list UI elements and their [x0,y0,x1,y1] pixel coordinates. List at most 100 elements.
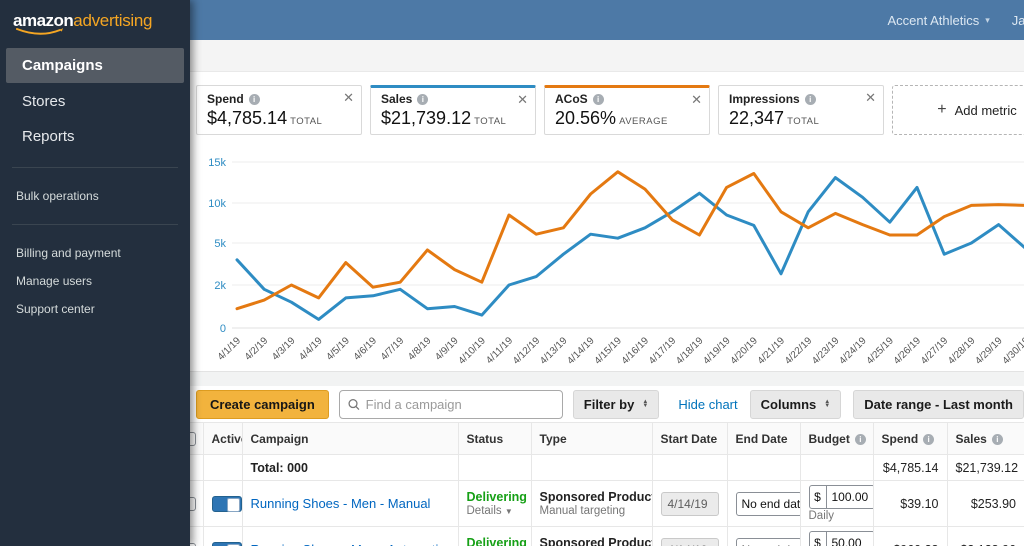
chart-container: 0 2k 5k 10k 15k 4/1/19 4/2/19 4/3/19 4/4/19 4/5/1… [190,140,1024,372]
add-metric-button[interactable]: + Add metric [892,85,1024,135]
x-axis-tick-label: 4/27/19 [919,335,951,367]
info-icon[interactable]: i [804,93,816,105]
x-axis-tick-label: 4/29/19 [973,335,1005,367]
close-icon[interactable]: ✕ [517,93,528,106]
sidebar-item-bulk-operations[interactable]: Bulk operations [0,182,190,210]
info-icon[interactable]: i [854,433,866,445]
filter-by-label: Filter by [583,396,635,412]
close-icon[interactable]: ✕ [343,91,354,104]
x-axis-tick-label: 4/26/19 [892,335,924,367]
campaigns-toolbar: Create campaign Filter by ▲▼ Hide chart … [190,386,1024,422]
campaign-link[interactable]: Running Shoes - Men - Automatic [251,542,445,546]
x-axis-tick-label: 4/24/19 [837,335,869,367]
amazon-smile-icon [16,28,63,35]
col-spend[interactable]: Spend i [872,422,947,455]
x-axis-tick-label: 4/5/19 [324,335,352,363]
metric-label: Sales [381,92,413,106]
hide-chart-link[interactable]: Hide chart [678,397,737,412]
col-sales[interactable]: Sales i [946,422,1024,455]
col-start-date[interactable]: Start Date [651,422,727,455]
metric-card-spend[interactable]: Spend i ✕ $4,785.14 TOTAL [196,85,362,135]
campaign-link[interactable]: Running Shoes - Men - Manual [251,496,431,511]
sidebar: amazonadvertising Campaigns Stores Repor… [0,0,190,546]
date-range-label: Date range - Last month [864,396,1013,412]
info-icon[interactable]: i [248,93,260,105]
sidebar-item-support-center[interactable]: Support center [0,295,190,323]
metric-suffix: TOTAL [474,116,507,127]
date-range-button[interactable]: Date range - Last month [853,389,1024,419]
row-checkbox[interactable] [190,496,196,511]
metric-card-impressions[interactable]: Impressions i ✕ 22,347 TOTAL [718,85,884,135]
col-budget[interactable]: Budget i [799,422,873,455]
amazon-advertising-logo[interactable]: amazonadvertising [0,0,190,40]
create-campaign-button[interactable]: Create campaign [196,389,329,419]
chevron-down-icon: ▼ [504,507,513,516]
spend-cell: $960.28 [872,526,947,546]
table-row: Running Shoes - Men - Manual Delivering … [190,480,1024,527]
x-axis-tick-label: 4/14/19 [565,335,597,367]
info-icon[interactable]: i [991,433,1003,445]
main-content: Spend i ✕ $4,785.14 TOTAL Sales i ✕ $21,739… [190,40,1024,546]
col-campaign[interactable]: Campaign [241,422,458,455]
info-icon[interactable]: i [592,93,604,105]
stepper-icon: ▲ ▼ [824,399,831,409]
metric-suffix: AVERAGE [619,116,668,127]
budget-field[interactable]: $ 100.00 [808,485,873,509]
sales-cell: $3,128.96 [946,526,1024,546]
start-date-field[interactable]: 4/14/19 [660,537,719,546]
x-axis-tick-label: 4/30/19 [1001,335,1024,367]
campaign-search[interactable] [338,389,563,419]
status-badge: Delivering [466,490,527,504]
total-sales: $21,739.12 [946,454,1024,481]
plus-icon: + [937,101,947,118]
end-date-field[interactable]: No end date [735,491,800,516]
campaign-type: Sponsored Products [539,536,653,546]
budget-field[interactable]: $ 50.00 [808,531,873,546]
details-label: Details [466,505,502,517]
campaign-type: Sponsored Products [539,490,653,504]
sidebar-item-campaigns[interactable]: Campaigns [6,48,184,83]
close-icon[interactable]: ✕ [865,91,876,104]
col-status[interactable]: Status [457,422,531,455]
metric-suffix: TOTAL [290,116,323,127]
x-axis-tick-label: 4/28/19 [946,335,978,367]
sidebar-item-manage-users[interactable]: Manage users [0,267,190,295]
info-icon[interactable]: i [923,433,935,445]
search-input[interactable] [365,396,554,412]
sidebar-item-billing[interactable]: Billing and payment [0,239,190,267]
columns-button[interactable]: Columns ▲ ▼ [749,389,842,419]
col-type[interactable]: Type [530,422,652,455]
metric-suffix: TOTAL [787,116,820,127]
account-dropdown[interactable]: Accent Athletics ▾ [887,13,989,28]
y-axis-tick-label: 2k [214,280,226,292]
metric-card-acos[interactable]: ACoS i ✕ 20.56% AVERAGE [544,85,710,135]
col-end-date[interactable]: End Date [726,422,800,455]
start-date-field[interactable]: 4/14/19 [660,491,719,516]
x-axis-tick-label: 4/19/19 [701,335,733,367]
select-all-checkbox[interactable] [190,431,196,446]
y-axis-tick-label: 15k [208,157,226,169]
x-axis-tick-label: 4/11/19 [484,335,515,366]
sidebar-item-reports[interactable]: Reports [6,120,184,153]
details-dropdown[interactable]: Details ▼ [467,505,523,517]
info-icon[interactable]: i [417,93,429,105]
row-checkbox[interactable] [190,542,196,546]
metric-card-sales[interactable]: Sales i ✕ $21,739.12 TOTAL [370,85,536,135]
x-axis-tick-label: 4/8/19 [406,335,434,363]
close-icon[interactable]: ✕ [691,93,702,106]
active-toggle[interactable] [211,541,242,546]
user-name[interactable]: Jane [1012,13,1024,28]
col-active[interactable]: Active [202,422,242,455]
sidebar-item-stores[interactable]: Stores [6,85,184,118]
table-header-row: Active Campaign Status Type Start Date E… [190,422,1024,455]
total-label: Total: 000 [241,454,458,481]
chevron-down-icon: ▾ [985,14,990,25]
filter-by-button[interactable]: Filter by ▲ ▼ [572,389,660,419]
budget-value: 100.00 [831,490,869,504]
active-toggle[interactable] [211,495,242,512]
series-line-sales [235,176,1024,321]
metric-label: ACoS [555,92,588,106]
y-axis-tick-label: 5k [214,238,226,250]
x-axis-tick-label: 4/1/19 [216,335,244,363]
end-date-field[interactable]: No end date [735,537,800,546]
